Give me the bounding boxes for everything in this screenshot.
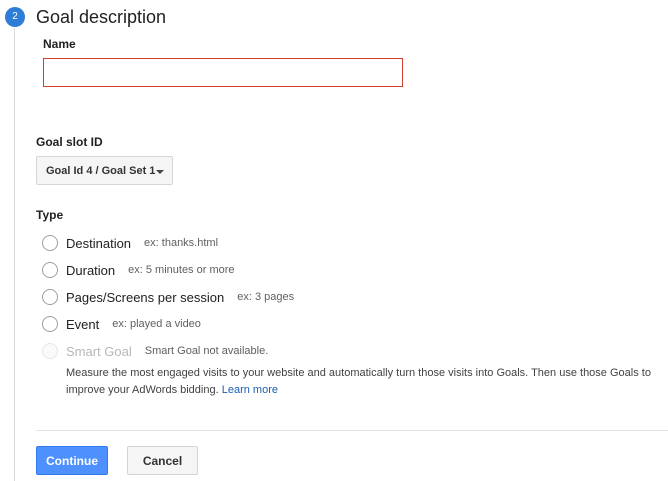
type-option-smart-goal: Smart Goal Smart Goal not available. [42,342,268,360]
chevron-down-icon [156,170,164,174]
smart-goal-description: Measure the most engaged visits to your … [66,365,664,399]
radio-smart-goal [42,343,58,359]
type-option-hint: ex: 3 pages [237,291,295,303]
goal-slot-label: Goal slot ID [36,135,103,149]
goal-slot-selected: Goal Id 4 / Goal Set 1 [46,164,156,177]
radio-pages-per-session[interactable] [42,289,58,305]
type-option-pages-per-session[interactable]: Pages/Screens per session ex: 3 pages [42,288,294,306]
radio-duration[interactable] [42,262,58,278]
stepper-line [14,28,15,481]
type-option-label: Smart Goal [66,343,132,359]
cancel-button[interactable]: Cancel [127,446,198,475]
divider [36,430,668,431]
type-option-label: Event [66,316,100,332]
type-option-hint: ex: 5 minutes or more [128,264,235,276]
type-label: Type [36,208,64,222]
smart-goal-description-text: Measure the most engaged visits to your … [66,367,651,396]
type-option-hint: Smart Goal not available. [144,345,269,357]
step-title: Goal description [36,7,167,27]
type-option-destination[interactable]: Destination ex: thanks.html [42,234,218,252]
step-number-badge: 2 [5,7,25,27]
type-option-label: Pages/Screens per session [66,289,225,305]
type-option-hint: ex: thanks.html [144,237,219,249]
type-option-label: Destination [66,235,132,251]
name-input[interactable] [43,58,403,87]
learn-more-link[interactable]: Learn more [222,384,278,396]
type-option-duration[interactable]: Duration ex: 5 minutes or more [42,261,235,279]
goal-slot-dropdown[interactable]: Goal Id 4 / Goal Set 1 [36,156,173,185]
radio-event[interactable] [42,316,58,332]
type-option-label: Duration [66,262,116,278]
type-option-event[interactable]: Event ex: played a video [42,315,201,333]
continue-button[interactable]: Continue [36,446,108,475]
type-option-hint: ex: played a video [112,318,201,330]
radio-destination[interactable] [42,235,58,251]
name-label: Name [43,37,76,51]
